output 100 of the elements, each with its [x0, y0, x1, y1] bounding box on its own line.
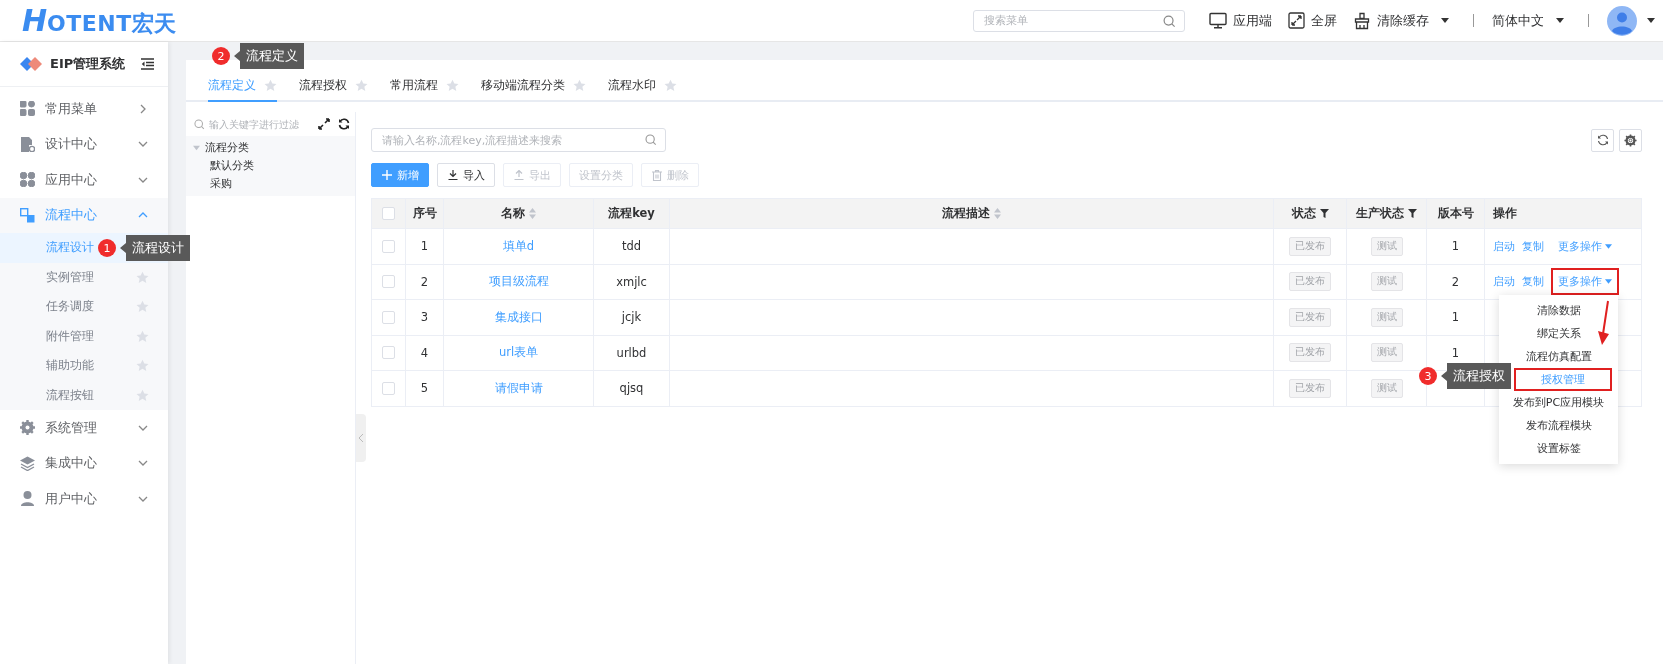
collapse-handle[interactable]	[356, 414, 366, 462]
tree-filter-field[interactable]: 输入关键字进行过滤	[209, 118, 310, 130]
tab[interactable]: 常用流程	[390, 70, 459, 102]
menu-item[interactable]: 发布到PC应用模块	[1503, 391, 1614, 414]
sort-icon[interactable]	[994, 208, 1001, 219]
table-cell: jcjk	[621, 310, 642, 325]
star-icon[interactable]	[136, 300, 149, 314]
caret-icon	[193, 143, 200, 151]
system-title: EIP管理系统	[50, 55, 127, 73]
star-icon[interactable]	[136, 270, 149, 284]
expand-icon	[1288, 12, 1305, 29]
star-icon[interactable]	[355, 78, 368, 92]
tab[interactable]: 流程授权	[299, 70, 368, 102]
plus-icon	[381, 170, 392, 180]
table-cell: 2	[1451, 274, 1460, 289]
table-cell: 1	[1451, 345, 1460, 360]
star-icon[interactable]	[446, 78, 459, 92]
status-tag: 已发布	[1289, 272, 1331, 292]
expand-icon[interactable]	[318, 118, 330, 130]
search-icon	[1163, 14, 1176, 28]
row-checkbox[interactable]	[382, 310, 395, 324]
star-icon[interactable]	[136, 388, 149, 402]
submenu-item[interactable]: 流程按钮	[0, 380, 168, 410]
refresh-icon	[1596, 134, 1609, 146]
settings-button[interactable]	[1619, 128, 1642, 152]
status-tag: 已发布	[1289, 307, 1331, 327]
menu-item[interactable]: 发布流程模块	[1503, 414, 1614, 437]
sidebar-menu-item[interactable]: 常用菜单	[0, 91, 168, 127]
column-header: 名称	[444, 199, 594, 228]
row-checkbox[interactable]	[382, 239, 395, 253]
menu-icon	[20, 207, 35, 223]
caret-icon[interactable]	[1647, 18, 1655, 23]
tab[interactable]: 流程水印	[608, 70, 677, 102]
language-select[interactable]: 简体中文	[1492, 11, 1564, 30]
column-header: 流程描述	[670, 199, 1274, 228]
menu-collapse-icon[interactable]	[141, 58, 154, 70]
caret-icon	[1441, 18, 1449, 23]
table-cell: xmjlc	[616, 274, 647, 289]
avatar-icon[interactable]	[1607, 5, 1637, 36]
chevron-icon	[138, 103, 148, 114]
status-tag: 测试	[1370, 307, 1403, 327]
row-checkbox[interactable]	[382, 275, 395, 289]
row-checkbox[interactable]	[382, 346, 395, 360]
menu-icon	[20, 455, 35, 471]
submenu-item[interactable]: 附件管理	[0, 321, 168, 351]
status-tag: 测试	[1370, 236, 1403, 256]
column-header: 状态	[1274, 199, 1347, 228]
star-icon[interactable]	[664, 78, 677, 92]
table-cell: 1	[1451, 239, 1460, 254]
callout-tooltip: 流程定义	[234, 43, 304, 69]
header-action-button[interactable]: 全屏	[1288, 11, 1337, 30]
star-icon[interactable]	[264, 78, 277, 92]
menu-item[interactable]: 清除数据	[1503, 299, 1614, 322]
sidebar-menu-item[interactable]: 设计中心	[0, 126, 168, 162]
menu-search-field[interactable]: 搜索菜单	[973, 9, 1185, 32]
table-cell: 3	[420, 310, 429, 325]
tree-node[interactable]: 采购	[186, 174, 355, 192]
status-tag: 已发布	[1289, 378, 1331, 398]
filter-icon[interactable]	[1319, 209, 1329, 218]
menu-item[interactable]: 绑定关系	[1503, 322, 1614, 345]
caret-icon	[1605, 243, 1612, 249]
filter-icon[interactable]	[1408, 209, 1417, 218]
submenu-item[interactable]: 实例管理	[0, 262, 168, 292]
submenu-item[interactable]: 任务调度	[0, 292, 168, 322]
monitor-icon	[1209, 12, 1227, 29]
refresh-button[interactable]	[1591, 128, 1614, 152]
caret-icon	[1605, 279, 1612, 285]
menu-icon	[20, 172, 35, 188]
select-all-checkbox[interactable]	[382, 207, 395, 220]
status-tag: 测试	[1370, 343, 1403, 363]
process-search-field[interactable]: 请输入名称,流程key,流程描述来搜索	[371, 128, 666, 152]
tree-node[interactable]: 流程分类	[186, 138, 355, 156]
settings-icon	[1624, 133, 1637, 147]
sidebar-menu-item[interactable]: 应用中心	[0, 162, 168, 198]
sidebar-menu-item[interactable]: 用户中心	[0, 481, 168, 517]
sidebar-menu-item[interactable]: 集成中心	[0, 445, 168, 481]
column-header: 生产状态	[1347, 199, 1427, 228]
toolbar-button[interactable]: 导入	[437, 163, 495, 187]
logo-text: OTENT宏天	[47, 9, 177, 38]
header-action-button[interactable]: 清除缓存	[1353, 11, 1449, 30]
table-cell: 2	[420, 274, 429, 289]
column-header: 版本号	[1427, 199, 1485, 228]
table-cell: 5	[420, 381, 429, 396]
tab[interactable]: 移动端流程分类	[481, 70, 586, 102]
row-checkbox[interactable]	[382, 381, 395, 395]
column-header: 操作	[1492, 205, 1518, 222]
table-cell: 1	[1451, 310, 1460, 325]
star-icon[interactable]	[136, 359, 149, 373]
menu-item[interactable]: 设置标签	[1503, 437, 1614, 460]
trash-icon	[651, 169, 662, 181]
sort-icon[interactable]	[529, 208, 536, 219]
header-action-button[interactable]: 应用端	[1209, 11, 1272, 30]
submenu-item[interactable]: 辅助功能	[0, 351, 168, 381]
sidebar-menu-item[interactable]: 系统管理	[0, 410, 168, 446]
tree-node[interactable]: 默认分类	[186, 156, 355, 174]
star-icon[interactable]	[136, 329, 149, 343]
callout-tooltip: 流程授权	[1441, 363, 1511, 389]
refresh-icon[interactable]	[338, 118, 350, 130]
star-icon[interactable]	[573, 78, 586, 92]
table-cell: tdd	[621, 239, 642, 254]
